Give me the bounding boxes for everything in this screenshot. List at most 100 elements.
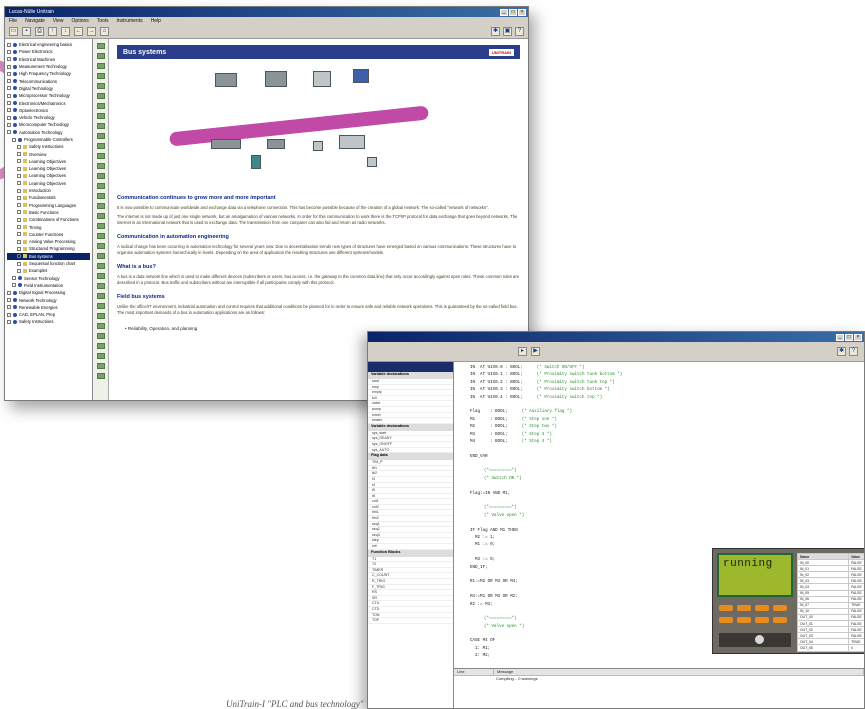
code-line[interactable]: (*=========*): [458, 506, 858, 513]
expand-toggle-icon[interactable]: [17, 268, 21, 273]
tree-item[interactable]: Field Instrumentation: [7, 282, 90, 289]
declaration-section[interactable]: Flag data: [368, 453, 453, 461]
page-thumbnail-icon[interactable]: [97, 73, 105, 79]
expand-toggle-icon[interactable]: [17, 152, 21, 157]
tree-item[interactable]: Counter Functions: [7, 231, 90, 238]
code-line[interactable]: IF Flag AND M1 THEN: [458, 529, 858, 536]
expand-toggle-icon[interactable]: [7, 79, 11, 84]
page-thumbnail-icon[interactable]: [97, 333, 105, 339]
page-thumbnail-icon[interactable]: [97, 53, 105, 59]
expand-toggle-icon[interactable]: [17, 210, 21, 215]
tree-item[interactable]: Learning Objectives: [7, 158, 90, 165]
menu-item[interactable]: Tools: [97, 18, 109, 24]
code-line[interactable]: [458, 403, 858, 410]
expand-toggle-icon[interactable]: [17, 239, 21, 244]
page-thumbnail-icon[interactable]: [97, 253, 105, 259]
expand-toggle-icon[interactable]: [17, 188, 21, 193]
code-line[interactable]: IN AT %IX0.4 : BOOL; (* Proximity switch …: [458, 396, 858, 403]
page-thumbnail-icon[interactable]: [97, 263, 105, 269]
expand-toggle-icon[interactable]: [12, 283, 16, 288]
close-button[interactable]: ×: [518, 8, 526, 16]
menu-item[interactable]: Options: [72, 18, 89, 24]
folder-icon[interactable]: ▭: [9, 27, 18, 36]
plc-key[interactable]: [773, 617, 787, 623]
tree-item[interactable]: Power Electronics: [7, 48, 90, 55]
expand-toggle-icon[interactable]: [17, 217, 21, 222]
settings-icon[interactable]: ✱: [491, 27, 500, 36]
tree-item[interactable]: Telecommunications: [7, 77, 90, 84]
plc-simulator[interactable]: running Name Value IN_00 FALSE IN_01 FALSE IN_…: [712, 548, 864, 654]
page-thumbnail-icon[interactable]: [97, 233, 105, 239]
page-thumbnail-icon[interactable]: [97, 353, 105, 359]
code-line[interactable]: IN AT %IX0.1 : BOOL; (* Proximity switch …: [458, 373, 858, 380]
page-thumbnail-icon[interactable]: [97, 373, 105, 379]
page-thumbnail-icon[interactable]: [97, 103, 105, 109]
expand-toggle-icon[interactable]: [7, 312, 11, 317]
code-line[interactable]: IN AT %IX0.0 : BOOL; (* Switch ON/OFF *): [458, 366, 858, 373]
code-line[interactable]: M4 : BOOL; (* Step 4 *): [458, 440, 858, 447]
code-line[interactable]: M2 : BOOL; (* Step two *): [458, 425, 858, 432]
page-thumbnail-icon[interactable]: [97, 183, 105, 189]
tree-item[interactable]: Automation Technology: [7, 129, 90, 136]
expand-toggle-icon[interactable]: [7, 319, 11, 324]
tree-item[interactable]: Safety Instructions: [7, 143, 90, 150]
menu-item[interactable]: Instruments: [116, 18, 142, 24]
expand-toggle-icon[interactable]: [7, 49, 11, 54]
tree-item[interactable]: Combinations of Functions: [7, 216, 90, 223]
page-thumbnail-icon[interactable]: [97, 223, 105, 229]
code-line[interactable]: (* Switch ON *): [458, 477, 858, 484]
expand-toggle-icon[interactable]: [7, 42, 11, 47]
home-icon[interactable]: ⌂: [100, 27, 109, 36]
expand-toggle-icon[interactable]: [17, 166, 21, 171]
contents-tree[interactable]: Electrical engineering basics Power Elect…: [5, 39, 93, 400]
maximize-button[interactable]: □: [845, 333, 853, 341]
menu-item[interactable]: View: [53, 18, 64, 24]
expand-toggle-icon[interactable]: [17, 181, 21, 186]
code-line[interactable]: M2 := 1;: [458, 536, 858, 543]
message-pane[interactable]: Line Message Compiling... 0 warnings: [454, 668, 864, 708]
tree-item[interactable]: High Frequency Technology: [7, 70, 90, 77]
up-icon[interactable]: ↑: [48, 27, 57, 36]
page-thumbnail-icon[interactable]: [97, 173, 105, 179]
tree-item[interactable]: Programming Languages: [7, 202, 90, 209]
minimize-button[interactable]: _: [500, 8, 508, 16]
page-thumbnail-icon[interactable]: [97, 153, 105, 159]
page-thumbnail-icon[interactable]: [97, 273, 105, 279]
declaration-section[interactable]: Variable declarations: [368, 423, 453, 431]
tree-item[interactable]: Overview: [7, 150, 90, 157]
page-thumbnail-icon[interactable]: [97, 313, 105, 319]
expand-toggle-icon[interactable]: [7, 305, 11, 310]
column-line[interactable]: Line: [454, 669, 494, 675]
tree-item[interactable]: Microcomputer Technology: [7, 121, 90, 128]
plc-key[interactable]: [719, 617, 733, 623]
page-thumbnail-icon[interactable]: [97, 93, 105, 99]
down-icon[interactable]: ↓: [61, 27, 70, 36]
page-thumbnail-strip[interactable]: [93, 39, 109, 400]
expand-toggle-icon[interactable]: [17, 254, 21, 259]
expand-toggle-icon[interactable]: [17, 246, 21, 251]
page-thumbnail-icon[interactable]: [97, 303, 105, 309]
plc-ide-window[interactable]: _ □ × ▸ ▶ ✱ ? Variable declarations start…: [367, 331, 865, 709]
menu-item[interactable]: File: [9, 18, 17, 24]
plc-key[interactable]: [755, 605, 769, 611]
tree-item[interactable]: Electrical Machines: [7, 56, 90, 63]
plc-key[interactable]: [755, 617, 769, 623]
expand-toggle-icon[interactable]: [7, 64, 11, 69]
menu-item[interactable]: Help: [151, 18, 161, 24]
tree-item[interactable]: Analog Value Processing: [7, 238, 90, 245]
expand-toggle-icon[interactable]: [7, 101, 11, 106]
expand-toggle-icon[interactable]: [17, 232, 21, 237]
tree-item[interactable]: Network Technology: [7, 296, 90, 303]
code-line[interactable]: [458, 447, 858, 454]
tree-item[interactable]: Timing: [7, 223, 90, 230]
expand-toggle-icon[interactable]: [7, 298, 11, 303]
forward-icon[interactable]: →: [87, 27, 96, 36]
code-line[interactable]: Flag:=IN AND M1;: [458, 492, 858, 499]
message-row[interactable]: Compiling... 0 warnings: [454, 676, 864, 682]
tree-item[interactable]: Learning Objectives: [7, 165, 90, 172]
code-line[interactable]: END_VAR: [458, 455, 858, 462]
page-thumbnail-icon[interactable]: [97, 193, 105, 199]
expand-toggle-icon[interactable]: [17, 225, 21, 230]
ide-titlebar[interactable]: _ □ ×: [368, 332, 864, 342]
page-thumbnail-icon[interactable]: [97, 343, 105, 349]
